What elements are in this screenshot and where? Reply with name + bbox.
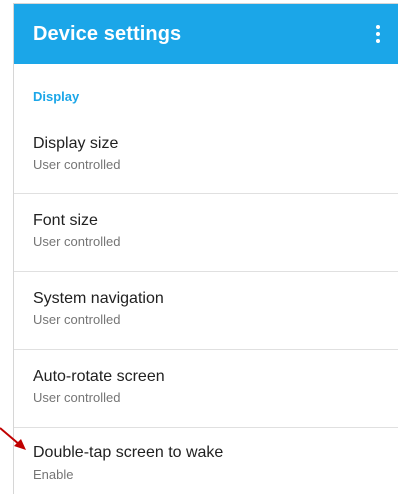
setting-item-font-size[interactable]: Font size User controlled: [14, 194, 398, 272]
app-bar: Device settings: [14, 4, 398, 64]
setting-item-system-navigation[interactable]: System navigation User controlled: [14, 272, 398, 350]
setting-subtitle: Enable: [33, 467, 74, 482]
setting-title: Display size: [33, 135, 119, 152]
setting-title: System navigation: [33, 290, 164, 307]
setting-subtitle: User controlled: [33, 157, 121, 172]
setting-subtitle: User controlled: [33, 390, 121, 405]
setting-item-auto-rotate[interactable]: Auto-rotate screen User controlled: [14, 350, 398, 428]
setting-subtitle: User controlled: [33, 234, 121, 249]
setting-title: Double-tap screen to wake: [33, 444, 224, 461]
more-vertical-icon[interactable]: [370, 22, 386, 46]
app-bar-title: Device settings: [33, 23, 182, 45]
setting-title: Font size: [33, 212, 98, 229]
settings-screen: Device settings Display Display size Use…: [13, 3, 398, 494]
setting-title: Auto-rotate screen: [33, 368, 165, 385]
setting-subtitle: User controlled: [33, 312, 121, 327]
setting-item-double-tap-wake[interactable]: Double-tap screen to wake Enable: [14, 428, 398, 494]
red-arrow-icon: [0, 427, 26, 450]
section-header-display: Display: [33, 89, 80, 104]
setting-item-display-size[interactable]: Display size User controlled: [14, 117, 398, 195]
